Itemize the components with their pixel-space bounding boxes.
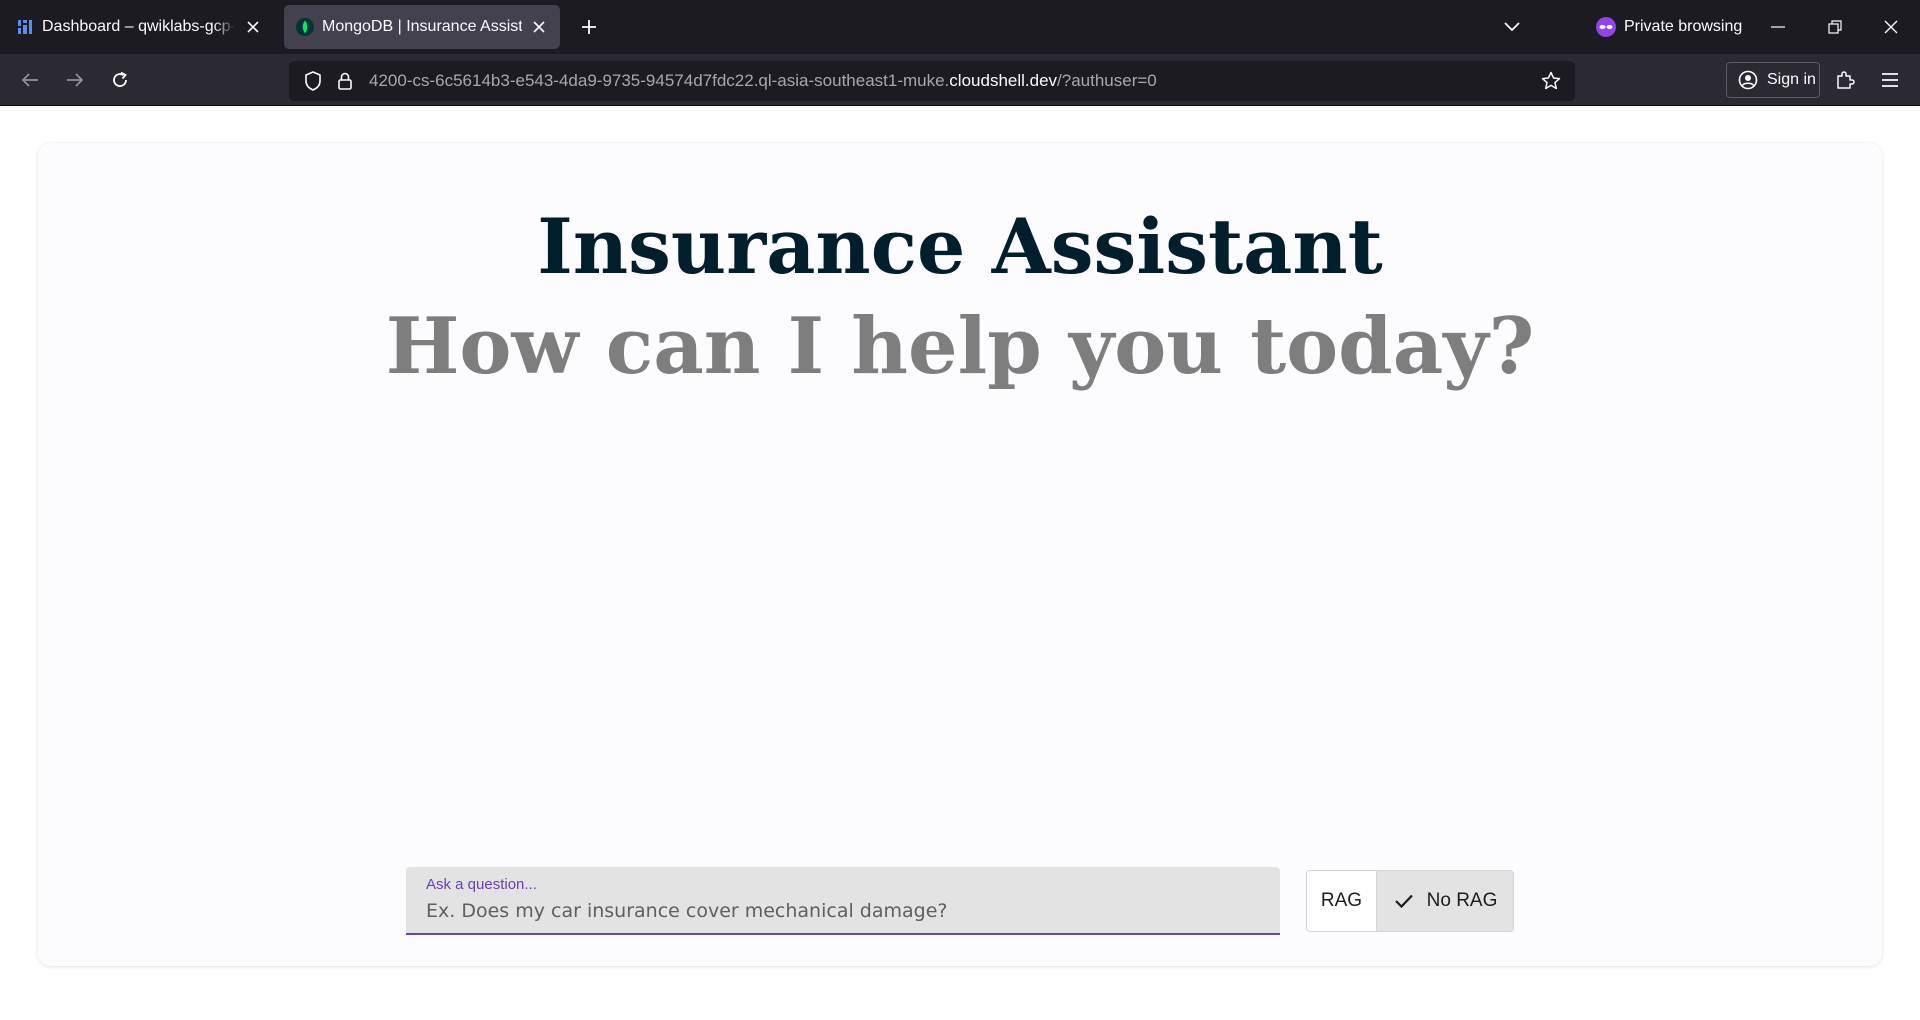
url-suffix: /?authuser=0 [1057,71,1157,90]
dashboard-favicon-icon [16,18,34,36]
rag-toggle-button[interactable]: RAG [1307,871,1377,931]
tab-strip: Dashboard – qwiklabs-gcp-00-a MongoDB | … [0,0,1920,54]
url-text[interactable]: 4200-cs-6c5614b3-e543-4da9-9735-94574d7f… [369,71,1157,91]
minimize-button[interactable] [1758,8,1798,46]
no-rag-toggle-button[interactable]: No RAG [1377,871,1513,931]
checkmark-icon [1393,890,1415,912]
url-domain: cloudshell.dev [949,71,1058,90]
page-title: Insurance Assistant [537,202,1383,291]
tab-title: MongoDB | Insurance Assistant [322,18,522,35]
tracking-protection-shield-icon[interactable] [299,67,327,95]
minimize-icon [1771,26,1785,28]
page-subtitle: How can I help you today? [385,301,1535,392]
assistant-card: Insurance Assistant How can I help you t… [38,143,1882,966]
arrow-right-icon [67,73,84,87]
forward-button[interactable] [57,62,93,98]
lock-icon[interactable] [331,67,359,95]
tab-dashboard[interactable]: Dashboard – qwiklabs-gcp-00-a [4,5,274,49]
close-tab-icon[interactable] [242,16,264,38]
reload-button[interactable] [102,62,138,98]
page-viewport: Insurance Assistant How can I help you t… [0,106,1920,1020]
tab-insurance-assistant[interactable]: MongoDB | Insurance Assistant [284,5,560,49]
back-button[interactable] [12,62,48,98]
hamburger-menu-icon [1882,73,1898,87]
close-tab-icon[interactable] [528,16,550,38]
private-browsing-label: Private browsing [1624,18,1743,35]
chevron-down-icon [1504,22,1520,32]
sign-in-label: Sign in [1767,71,1816,88]
close-window-button[interactable] [1871,8,1911,46]
plus-icon [582,20,596,34]
application-menu-button[interactable] [1872,62,1908,98]
arrow-left-icon [21,73,38,87]
restore-icon [1828,20,1842,34]
bookmark-star-icon[interactable] [1537,67,1565,95]
question-field-label: Ask a question... [426,876,537,893]
reload-icon [113,71,127,87]
no-rag-toggle-label: No RAG [1426,890,1498,911]
restore-button[interactable] [1815,8,1855,46]
question-input[interactable] [426,897,1256,925]
rag-mode-toggle-group: RAG No RAG [1306,870,1514,932]
list-all-tabs-button[interactable] [1497,12,1527,42]
private-browsing-indicator: Private browsing [1596,14,1742,40]
puzzle-piece-icon [1837,71,1855,89]
address-bar[interactable]: 4200-cs-6c5614b3-e543-4da9-9735-94574d7f… [289,61,1575,101]
close-icon [1884,20,1898,34]
rag-toggle-label: RAG [1320,890,1363,911]
private-mask-icon [1596,17,1616,37]
extensions-button[interactable] [1827,62,1863,98]
navigation-toolbar: 4200-cs-6c5614b3-e543-4da9-9735-94574d7f… [0,54,1920,106]
mongodb-leaf-icon [296,18,314,36]
new-tab-button[interactable] [574,12,604,42]
tab-title: Dashboard – qwiklabs-gcp-00-a [42,18,236,35]
url-prefix: 4200-cs-6c5614b3-e543-4da9-9735-94574d7f… [369,71,950,90]
question-field[interactable]: Ask a question... [406,867,1280,935]
account-icon [1737,69,1759,91]
sign-in-button[interactable]: Sign in [1726,62,1820,98]
